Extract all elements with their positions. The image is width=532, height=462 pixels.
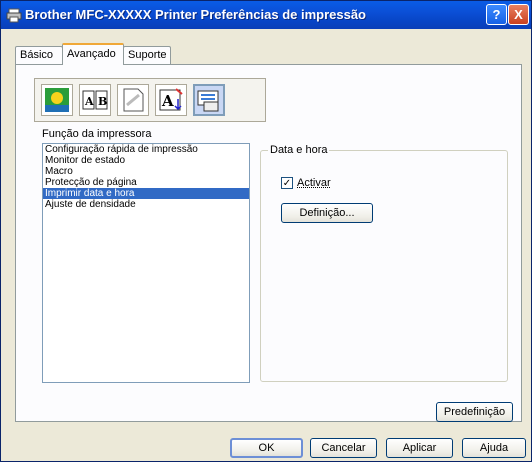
apply-button[interactable]: Aplicar [386,438,453,458]
printer-preferences-dialog: Brother MFC-XXXXX Printer Preferências d… [0,0,532,462]
restore-default-button[interactable]: Predefinição [436,402,513,422]
page-setting-icon[interactable]: A [155,84,187,116]
printer-function-list[interactable]: Configuração rápida de impressão Monitor… [42,143,250,383]
svg-text:A: A [161,92,174,110]
list-item[interactable]: Protecção de página [43,177,249,188]
tab-panel: AB A Função da impressora Configuração r… [15,64,522,422]
cancel-button[interactable]: Cancelar [310,438,377,458]
print-quality-icon[interactable] [41,84,73,116]
list-item[interactable]: Ajuste de densidade [43,199,249,210]
list-item-selected[interactable]: Imprimir data e hora [43,188,249,199]
tab-basico[interactable]: Básico [15,46,63,64]
date-time-group: Data e hora ✓ Activar Definição... [260,144,508,382]
ok-button[interactable]: OK [230,438,303,458]
device-options-icon[interactable] [193,84,225,116]
printer-function-label: Função da impressora [42,128,152,140]
watermark-icon[interactable] [117,84,149,116]
settings-button[interactable]: Definição... [281,203,373,223]
tab-suporte[interactable]: Suporte [123,46,171,64]
date-time-group-title: Data e hora [268,144,330,156]
svg-text:A: A [84,95,94,108]
help-footer-button[interactable]: Ajuda [462,438,526,458]
svg-text:B: B [98,95,107,108]
list-item[interactable]: Configuração rápida de impressão [43,144,249,155]
duplex-icon[interactable]: AB [79,84,111,116]
list-item[interactable]: Macro [43,166,249,177]
window-title: Brother MFC-XXXXX Printer Preferências d… [25,7,367,22]
tab-avancado[interactable]: Avançado [62,43,124,65]
printer-icon [6,8,22,23]
enable-checkbox[interactable]: ✓ [281,177,293,190]
enable-checkbox-label[interactable]: Activar [297,177,331,189]
title-bar[interactable]: Brother MFC-XXXXX Printer Preferências d… [1,1,531,29]
enable-checkbox-row[interactable]: ✓ Activar [281,177,331,190]
help-button[interactable]: ? [486,4,507,25]
close-button[interactable]: X [508,4,529,25]
feature-toolbar: AB A [34,78,266,122]
list-item[interactable]: Monitor de estado [43,155,249,166]
